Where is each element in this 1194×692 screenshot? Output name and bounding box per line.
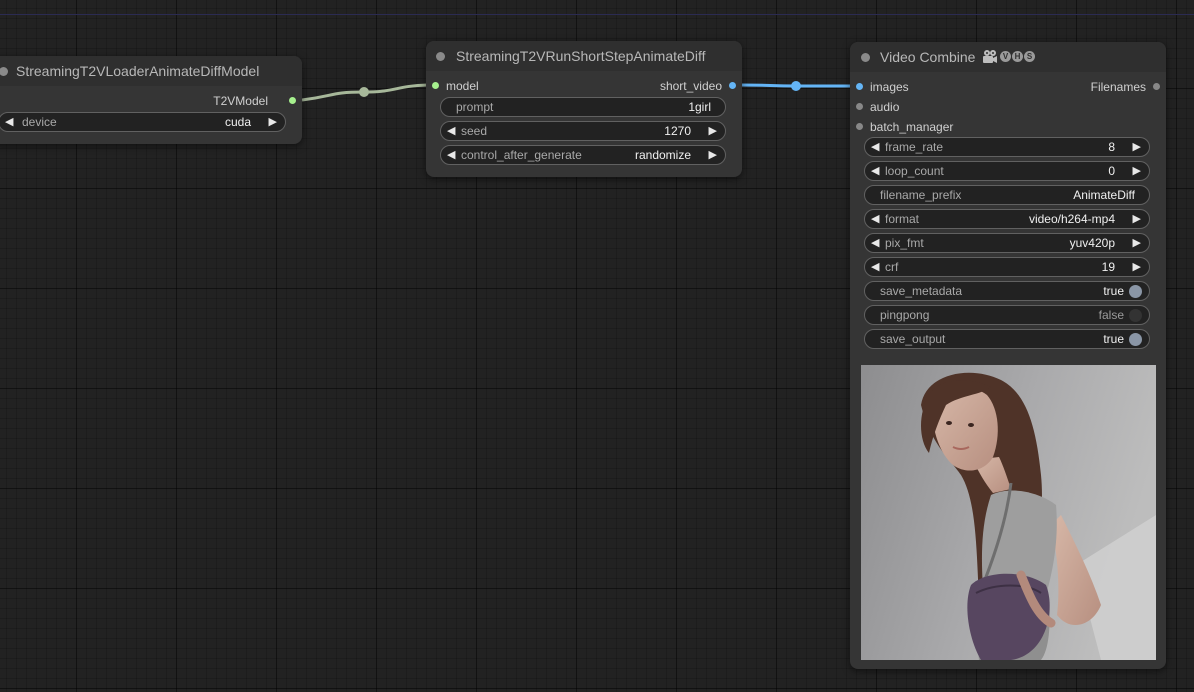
crf-value: 19 — [1101, 260, 1115, 274]
seed-stepper[interactable]: ◀ seed 1270 ▶ — [440, 121, 726, 141]
right-arrow-icon[interactable]: ▶ — [269, 113, 277, 131]
loader-node-header[interactable]: StreamingT2VLoaderAnimateDiffModel — [0, 56, 302, 86]
video-link-midpoint[interactable] — [791, 81, 801, 91]
vhs-badge-letter: V — [1000, 51, 1011, 62]
loop-count-label: loop_count — [885, 164, 944, 178]
vhs-badge-letter: S — [1024, 51, 1035, 62]
loop-count-value: 0 — [1108, 164, 1115, 178]
t2vmodel-output-slot[interactable] — [289, 97, 296, 104]
node-collapse-dot[interactable] — [0, 67, 8, 76]
video-combine-title: Video Combine — [880, 49, 976, 65]
seed-value: 1270 — [664, 124, 691, 138]
prompt-field[interactable]: prompt 1girl — [440, 97, 726, 117]
left-arrow-icon[interactable]: ◀ — [447, 146, 455, 164]
loader-node-title: StreamingT2VLoaderAnimateDiffModel — [16, 63, 260, 79]
pingpong-label: pingpong — [880, 308, 930, 322]
left-arrow-icon[interactable]: ◀ — [871, 138, 879, 156]
run-node-title: StreamingT2VRunShortStepAnimateDiff — [456, 48, 706, 64]
model-link-midpoint[interactable] — [359, 87, 369, 97]
format-label: format — [885, 212, 920, 226]
images-input-label: images — [870, 80, 909, 94]
save-output-value: true — [1103, 332, 1124, 346]
left-arrow-icon[interactable]: ◀ — [871, 258, 879, 276]
prompt-value: 1girl — [688, 100, 711, 114]
save-metadata-toggle[interactable]: save_metadata true — [864, 281, 1150, 301]
save-output-toggle[interactable]: save_output true — [864, 329, 1150, 349]
node-collapse-dot[interactable] — [861, 53, 870, 62]
batch-manager-input-label: batch_manager — [870, 120, 954, 134]
device-label: device — [22, 115, 57, 129]
device-combo[interactable]: ◀ device cuda ▶ — [0, 112, 286, 132]
loader-node[interactable]: StreamingT2VLoaderAnimateDiffModel T2VMo… — [0, 56, 302, 144]
left-arrow-icon[interactable]: ◀ — [871, 162, 879, 180]
right-arrow-icon[interactable]: ▶ — [1133, 210, 1141, 228]
filename-prefix-value: AnimateDiff — [1073, 188, 1135, 202]
video-combine-header[interactable]: Video Combine V H S — [850, 42, 1166, 72]
short-video-output-label: short_video — [659, 79, 722, 93]
crf-label: crf — [885, 260, 899, 274]
short-video-output-slot[interactable] — [729, 82, 736, 89]
video-link[interactable] — [739, 83, 852, 88]
seed-label: seed — [461, 124, 488, 138]
right-arrow-icon[interactable]: ▶ — [709, 146, 717, 164]
vhs-badge: V H S — [1000, 51, 1035, 62]
video-preview[interactable] — [861, 365, 1156, 660]
right-arrow-icon[interactable]: ▶ — [1133, 138, 1141, 156]
left-arrow-icon[interactable]: ◀ — [871, 210, 879, 228]
frame-rate-stepper[interactable]: ◀ frame_rate 8 ▶ — [864, 137, 1150, 157]
run-node-header[interactable]: StreamingT2VRunShortStepAnimateDiff — [426, 41, 742, 71]
loop-count-stepper[interactable]: ◀ loop_count 0 ▶ — [864, 161, 1150, 181]
format-combo[interactable]: ◀ format video/h264-mp4 ▶ — [864, 209, 1150, 229]
pingpong-value: false — [1098, 308, 1124, 322]
prompt-label: prompt — [456, 100, 494, 114]
toggle-on-icon[interactable] — [1129, 285, 1142, 298]
batch-manager-input-slot[interactable] — [856, 123, 863, 130]
pix-fmt-label: pix_fmt — [885, 236, 924, 250]
filename-prefix-field[interactable]: filename_prefix AnimateDiff — [864, 185, 1150, 205]
audio-input-label: audio — [870, 100, 900, 114]
left-arrow-icon[interactable]: ◀ — [5, 113, 13, 131]
device-value: cuda — [224, 115, 251, 129]
right-arrow-icon[interactable]: ▶ — [1133, 258, 1141, 276]
film-icon — [983, 50, 997, 63]
images-input-slot[interactable] — [856, 83, 863, 90]
model-input-slot[interactable] — [432, 82, 439, 89]
frame-rate-label: frame_rate — [885, 140, 944, 154]
save-metadata-label: save_metadata — [880, 284, 963, 298]
left-arrow-icon[interactable]: ◀ — [871, 234, 879, 252]
format-value: video/h264-mp4 — [1028, 212, 1115, 226]
filenames-output-label: Filenames — [1090, 80, 1146, 94]
right-arrow-icon[interactable]: ▶ — [1133, 162, 1141, 180]
filename-prefix-label: filename_prefix — [880, 188, 962, 202]
toggle-on-icon[interactable] — [1129, 333, 1142, 346]
frame-rate-value: 8 — [1108, 140, 1115, 154]
node-collapse-dot[interactable] — [436, 52, 445, 61]
filenames-output-slot[interactable] — [1153, 83, 1160, 90]
control-after-generate-label: control_after_generate — [461, 148, 582, 162]
left-arrow-icon[interactable]: ◀ — [447, 122, 455, 140]
run-node[interactable]: StreamingT2VRunShortStepAnimateDiff mode… — [426, 41, 742, 177]
canvas-top-border — [0, 14, 1194, 15]
save-metadata-value: true — [1103, 284, 1124, 298]
crf-stepper[interactable]: ◀ crf 19 ▶ — [864, 257, 1150, 277]
save-output-label: save_output — [880, 332, 946, 346]
audio-input-slot[interactable] — [856, 103, 863, 110]
pingpong-toggle[interactable]: pingpong false — [864, 305, 1150, 325]
model-link[interactable] — [301, 83, 429, 102]
video-combine-node[interactable]: Video Combine V H S images audio batch_m… — [850, 42, 1166, 669]
right-arrow-icon[interactable]: ▶ — [709, 122, 717, 140]
control-after-generate-value: randomize — [634, 148, 691, 162]
pix-fmt-value: yuv420p — [1069, 236, 1115, 250]
t2vmodel-output-label: T2VModel — [213, 94, 268, 108]
toggle-off-icon[interactable] — [1129, 309, 1142, 322]
pix-fmt-combo[interactable]: ◀ pix_fmt yuv420p ▶ — [864, 233, 1150, 253]
vhs-badge-letter: H — [1012, 51, 1023, 62]
right-arrow-icon[interactable]: ▶ — [1133, 234, 1141, 252]
control-after-generate-combo[interactable]: ◀ control_after_generate randomize ▶ — [440, 145, 726, 165]
model-input-label: model — [446, 79, 479, 93]
